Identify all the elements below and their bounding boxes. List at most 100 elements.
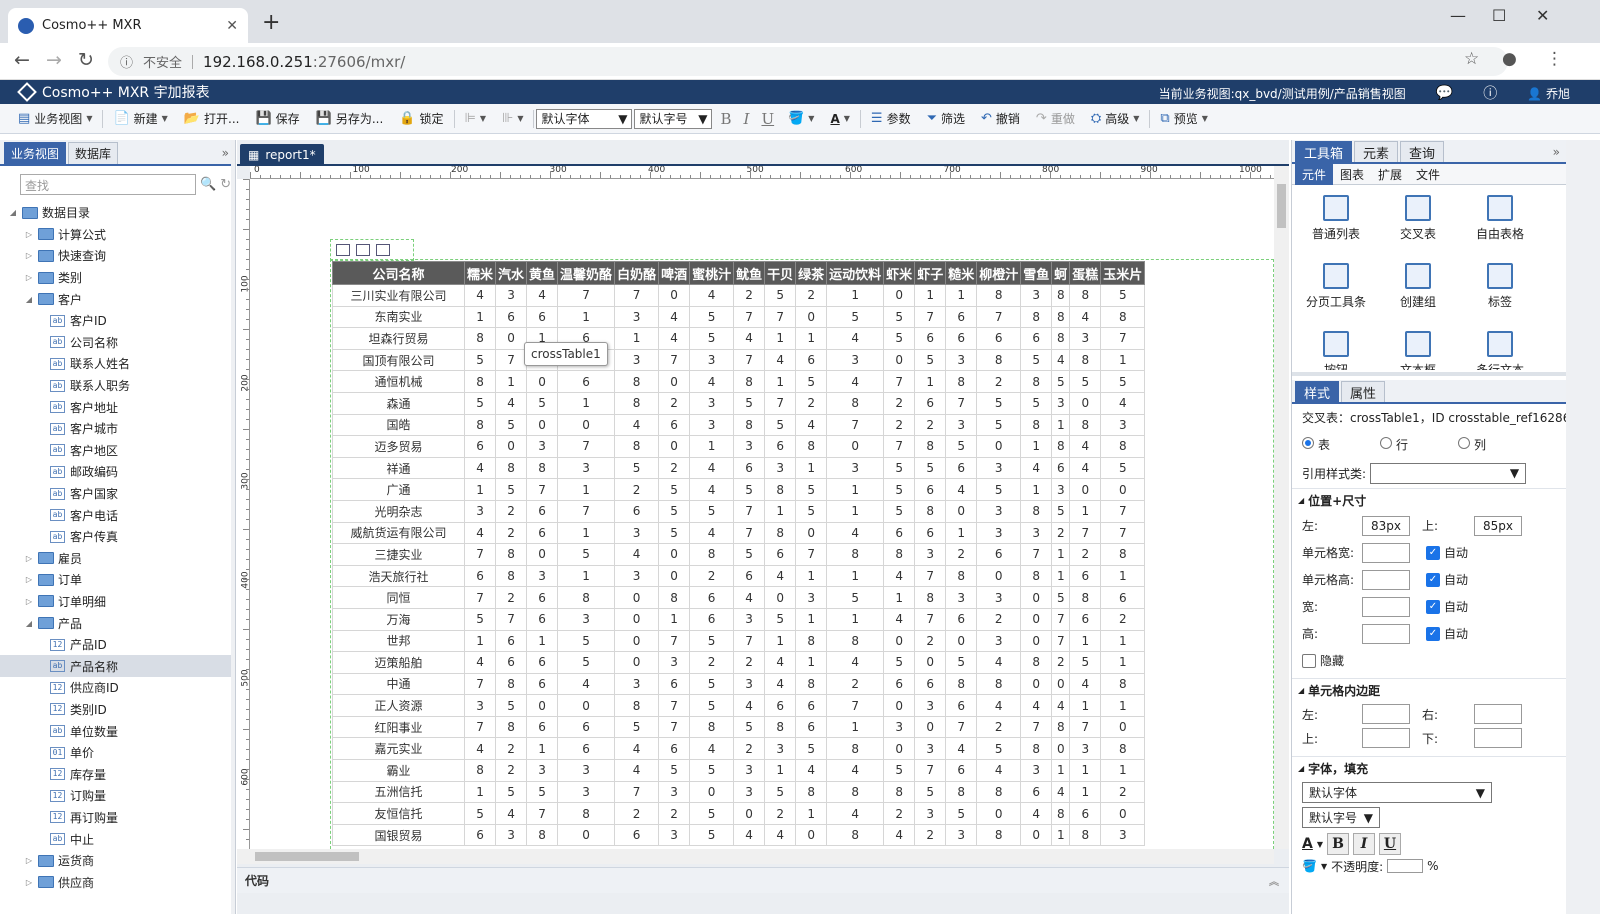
table-cell[interactable]: 8 [764, 715, 797, 739]
table-cell[interactable]: 4 [826, 521, 885, 545]
table-cell[interactable]: 1 [689, 435, 735, 458]
table-cell[interactable]: 8 [1020, 413, 1053, 437]
table-cell[interactable]: 2 [976, 370, 1022, 393]
table-cell[interactable]: 4 [1051, 694, 1071, 717]
table-cell[interactable]: 7 [945, 391, 978, 415]
table-cell[interactable]: 1 [883, 586, 916, 609]
width-input[interactable] [1362, 596, 1410, 617]
tree-item[interactable]: ▷ 计算公式 [0, 224, 235, 246]
table-cell[interactable]: 3 [557, 759, 616, 782]
table-cell[interactable]: 1 [1069, 629, 1102, 653]
table-cell[interactable]: 1 [1020, 435, 1053, 458]
table-cell[interactable]: 6 [463, 564, 497, 588]
table-cell[interactable]: 4 [1069, 672, 1102, 696]
table-cell[interactable]: 7 [883, 370, 916, 393]
table-cell[interactable]: 7 [1051, 607, 1071, 631]
table-cell[interactable]: 4 [795, 759, 828, 782]
table-cell[interactable]: 4 [733, 823, 766, 847]
table-cell[interactable]: 3 [526, 564, 559, 588]
table-cell[interactable]: 8 [826, 391, 885, 415]
table-cell[interactable]: 1 [914, 370, 947, 393]
table-cell[interactable]: 4 [976, 694, 1022, 717]
tree-item[interactable]: ▷ 运货商 [0, 850, 235, 872]
hidden-checkbox[interactable] [1302, 653, 1316, 668]
table-cell[interactable]: 6 [914, 521, 947, 545]
height-input[interactable] [1362, 623, 1410, 644]
table-cell[interactable]: 8 [976, 284, 1022, 307]
padding-bottom-input[interactable] [1474, 728, 1522, 748]
table-cell[interactable]: 7 [764, 391, 797, 415]
table-cell[interactable]: 3 [689, 348, 735, 372]
table-cell[interactable]: 6 [1069, 607, 1102, 631]
table-cell[interactable]: 6 [557, 737, 616, 761]
company-name-cell[interactable]: 森通 [332, 391, 465, 415]
table-cell[interactable]: 8 [764, 478, 797, 501]
table-cell[interactable]: 1 [826, 499, 885, 523]
table-cell[interactable]: 7 [614, 780, 660, 804]
table-cell[interactable]: 8 [463, 759, 497, 782]
table-cell[interactable]: 3 [764, 737, 797, 761]
table-cell[interactable]: 8 [1100, 543, 1146, 566]
table-cell[interactable]: 4 [1020, 694, 1053, 717]
column-header[interactable]: 干贝 [764, 261, 797, 285]
table-cell[interactable]: 8 [614, 391, 660, 415]
table-cell[interactable]: 1 [795, 327, 828, 350]
table-cell[interactable]: 2 [495, 759, 528, 782]
underline-button[interactable]: U [755, 110, 780, 128]
save-button[interactable]: 💾 保存 [247, 107, 307, 131]
crosstable-grid-icon[interactable] [376, 244, 390, 256]
table-cell[interactable]: 0 [945, 499, 978, 523]
table-cell[interactable]: 0 [526, 694, 559, 717]
company-name-cell[interactable]: 坦森行贸易 [332, 327, 465, 350]
table-cell[interactable]: 3 [945, 823, 978, 847]
table-row[interactable]: 万海 5 7 6 3 0 1 6 3 5 1 1 4 7 6 2 0 7 6 2 [332, 607, 1146, 631]
table-cell[interactable]: 1 [914, 284, 947, 307]
table-cell[interactable]: 2 [1069, 543, 1102, 566]
table-cell[interactable]: 1 [557, 564, 616, 588]
component-item[interactable]: 分页工具条 [1296, 263, 1376, 310]
table-cell[interactable]: 8 [826, 823, 885, 847]
padding-right-input[interactable] [1474, 704, 1522, 724]
table-cell[interactable]: 5 [1069, 651, 1102, 674]
table-cell[interactable]: 4 [764, 672, 797, 696]
table-cell[interactable]: 5 [689, 672, 735, 696]
table-cell[interactable]: 6 [463, 823, 497, 847]
column-header[interactable]: 黄鱼 [526, 261, 559, 285]
table-cell[interactable]: 3 [614, 305, 660, 329]
radio-column[interactable]: 列 [1458, 436, 1486, 453]
table-cell[interactable]: 0 [733, 802, 766, 825]
table-cell[interactable]: 7 [495, 348, 528, 372]
tree-item[interactable]: ab 邮政编码 [0, 461, 235, 483]
table-cell[interactable]: 3 [914, 694, 947, 717]
table-cell[interactable]: 4 [689, 737, 735, 761]
column-header[interactable]: 雪鱼 [1020, 261, 1053, 285]
table-cell[interactable]: 0 [526, 543, 559, 566]
table-cell[interactable]: 6 [689, 586, 735, 609]
table-cell[interactable]: 0 [795, 305, 828, 329]
table-cell[interactable]: 4 [526, 284, 559, 307]
table-cell[interactable]: 6 [526, 715, 559, 739]
advanced-button[interactable]: ⛭ 高级 ▼ [1083, 107, 1148, 131]
table-cell[interactable]: 8 [614, 435, 660, 458]
column-header[interactable]: 啤酒 [658, 261, 691, 285]
table-cell[interactable]: 4 [764, 564, 797, 588]
table-cell[interactable]: 3 [1051, 391, 1071, 415]
table-cell[interactable]: 0 [658, 543, 691, 566]
table-cell[interactable]: 1 [1100, 759, 1146, 782]
subtab-components[interactable]: 元件 [1295, 164, 1334, 185]
company-name-cell[interactable]: 迈多贸易 [332, 435, 465, 458]
table-cell[interactable]: 4 [689, 284, 735, 307]
table-cell[interactable]: 5 [658, 499, 691, 523]
table-cell[interactable]: 4 [463, 737, 497, 761]
table-cell[interactable]: 6 [1051, 456, 1071, 480]
table-cell[interactable]: 6 [1020, 327, 1053, 350]
table-cell[interactable]: 4 [658, 305, 691, 329]
table-cell[interactable]: 8 [495, 543, 528, 566]
table-cell[interactable]: 3 [557, 780, 616, 804]
table-cell[interactable]: 1 [945, 284, 978, 307]
tree-expand-icon[interactable]: ▷ [24, 878, 34, 887]
crosstable-type-icon[interactable] [336, 244, 350, 256]
table-cell[interactable]: 3 [764, 456, 797, 480]
component-item[interactable]: 自由表格 [1460, 195, 1540, 242]
table-cell[interactable]: 3 [976, 521, 1022, 545]
